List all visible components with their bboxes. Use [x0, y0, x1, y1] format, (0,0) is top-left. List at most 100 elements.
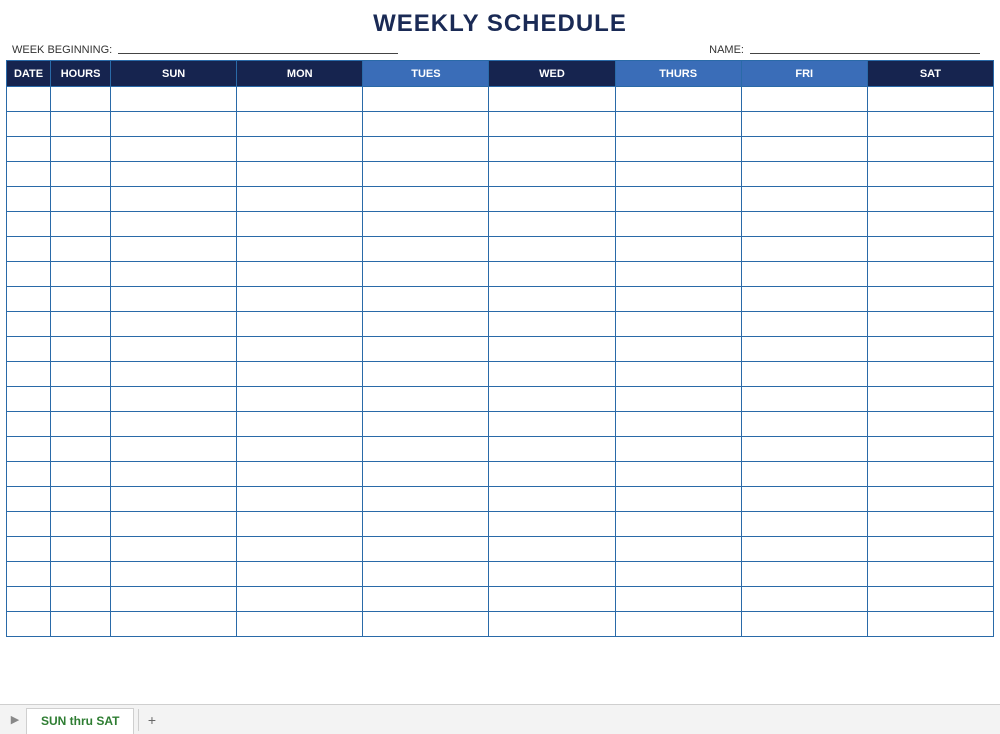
cell[interactable] [51, 387, 111, 412]
cell[interactable] [489, 362, 615, 387]
cell[interactable] [489, 512, 615, 537]
cell[interactable] [7, 287, 51, 312]
sheet-tab-active[interactable]: SUN thru SAT [26, 708, 134, 734]
cell[interactable] [111, 587, 237, 612]
cell[interactable] [7, 187, 51, 212]
cell[interactable] [741, 537, 867, 562]
cell[interactable] [867, 462, 993, 487]
cell[interactable] [237, 587, 363, 612]
cell[interactable] [237, 87, 363, 112]
cell[interactable] [51, 287, 111, 312]
cell[interactable] [111, 362, 237, 387]
cell[interactable] [237, 287, 363, 312]
cell[interactable] [363, 362, 489, 387]
cell[interactable] [237, 137, 363, 162]
cell[interactable] [237, 187, 363, 212]
cell[interactable] [615, 487, 741, 512]
cell[interactable] [615, 137, 741, 162]
cell[interactable] [363, 587, 489, 612]
cell[interactable] [363, 437, 489, 462]
cell[interactable] [237, 212, 363, 237]
cell[interactable] [741, 462, 867, 487]
cell[interactable] [867, 162, 993, 187]
cell[interactable] [111, 512, 237, 537]
cell[interactable] [111, 262, 237, 287]
cell[interactable] [237, 162, 363, 187]
name-input-line[interactable] [750, 53, 980, 54]
cell[interactable] [489, 137, 615, 162]
cell[interactable] [363, 412, 489, 437]
cell[interactable] [51, 187, 111, 212]
cell[interactable] [867, 512, 993, 537]
cell[interactable] [489, 212, 615, 237]
cell[interactable] [363, 562, 489, 587]
cell[interactable] [111, 537, 237, 562]
cell[interactable] [7, 237, 51, 262]
cell[interactable] [111, 337, 237, 362]
cell[interactable] [7, 312, 51, 337]
cell[interactable] [51, 137, 111, 162]
cell[interactable] [111, 137, 237, 162]
cell[interactable] [237, 612, 363, 637]
cell[interactable] [237, 262, 363, 287]
cell[interactable] [741, 87, 867, 112]
cell[interactable] [867, 537, 993, 562]
cell[interactable] [615, 337, 741, 362]
tab-nav-next-icon[interactable]: ▶ [4, 709, 26, 731]
cell[interactable] [363, 112, 489, 137]
cell[interactable] [51, 362, 111, 387]
cell[interactable] [51, 262, 111, 287]
cell[interactable] [51, 337, 111, 362]
cell[interactable] [7, 562, 51, 587]
cell[interactable] [51, 212, 111, 237]
cell[interactable] [7, 387, 51, 412]
cell[interactable] [51, 162, 111, 187]
cell[interactable] [489, 462, 615, 487]
cell[interactable] [615, 412, 741, 437]
cell[interactable] [51, 237, 111, 262]
cell[interactable] [363, 137, 489, 162]
cell[interactable] [741, 412, 867, 437]
cell[interactable] [489, 337, 615, 362]
cell[interactable] [615, 87, 741, 112]
cell[interactable] [867, 187, 993, 212]
cell[interactable] [7, 487, 51, 512]
cell[interactable] [489, 612, 615, 637]
cell[interactable] [237, 237, 363, 262]
cell[interactable] [363, 337, 489, 362]
cell[interactable] [51, 87, 111, 112]
cell[interactable] [363, 212, 489, 237]
cell[interactable] [615, 612, 741, 637]
cell[interactable] [741, 512, 867, 537]
cell[interactable] [237, 537, 363, 562]
cell[interactable] [741, 312, 867, 337]
cell[interactable] [51, 612, 111, 637]
cell[interactable] [489, 162, 615, 187]
cell[interactable] [237, 387, 363, 412]
cell[interactable] [615, 212, 741, 237]
cell[interactable] [363, 512, 489, 537]
cell[interactable] [489, 387, 615, 412]
cell[interactable] [615, 462, 741, 487]
cell[interactable] [615, 362, 741, 387]
cell[interactable] [111, 387, 237, 412]
cell[interactable] [7, 337, 51, 362]
cell[interactable] [111, 487, 237, 512]
cell[interactable] [867, 362, 993, 387]
cell[interactable] [111, 287, 237, 312]
cell[interactable] [7, 437, 51, 462]
cell[interactable] [741, 562, 867, 587]
cell[interactable] [51, 512, 111, 537]
cell[interactable] [363, 237, 489, 262]
cell[interactable] [741, 587, 867, 612]
cell[interactable] [741, 162, 867, 187]
cell[interactable] [741, 437, 867, 462]
cell[interactable] [111, 437, 237, 462]
add-sheet-icon[interactable]: + [138, 709, 164, 731]
cell[interactable] [741, 337, 867, 362]
cell[interactable] [489, 437, 615, 462]
cell[interactable] [489, 312, 615, 337]
cell[interactable] [867, 137, 993, 162]
cell[interactable] [111, 212, 237, 237]
cell[interactable] [111, 87, 237, 112]
